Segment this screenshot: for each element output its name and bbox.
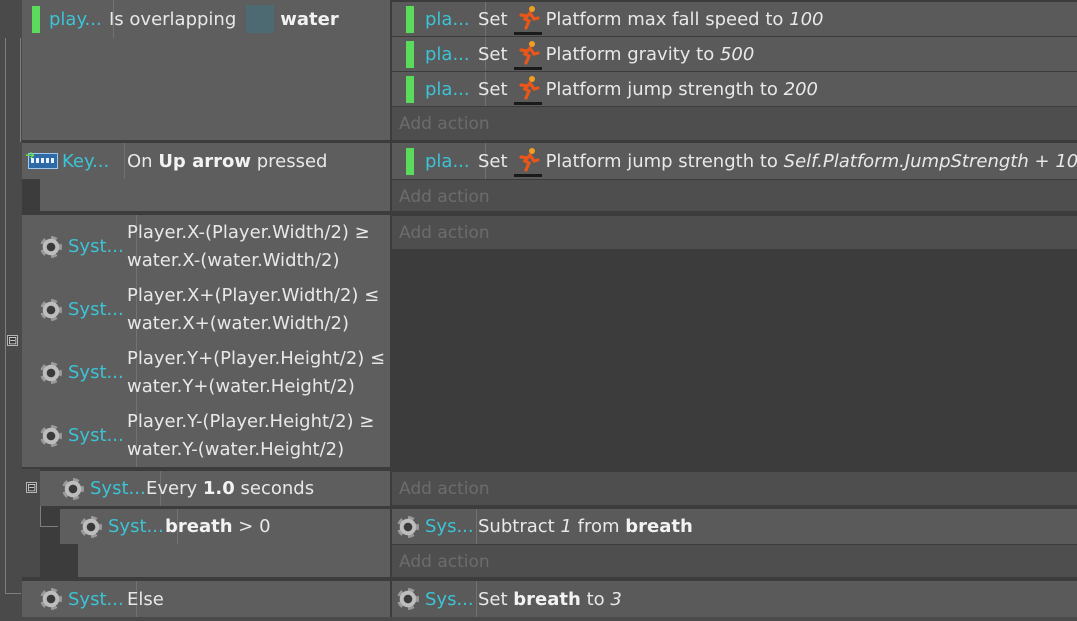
condition-object[interactable]: Syst... xyxy=(40,471,161,506)
true-indicator xyxy=(406,5,414,33)
tree-line xyxy=(5,38,6,593)
tree-gutter xyxy=(0,0,22,621)
add-action-button[interactable]: Add action xyxy=(392,472,1077,505)
event-3-condition-4[interactable]: Syst... Player.Y-(Player.Height/2) ≥ wat… xyxy=(22,404,390,467)
keyboard-icon: ➔ xyxy=(25,148,58,169)
collapse-toggle-icon[interactable]: ⊟ xyxy=(26,482,37,493)
condition-object[interactable]: Syst... xyxy=(22,215,137,278)
platform-behavior-icon xyxy=(513,4,542,35)
true-indicator xyxy=(32,5,40,33)
condition-object[interactable]: play... xyxy=(22,0,114,38)
event-2-condition[interactable]: ➔ Key... On Up arrow pressed xyxy=(22,143,390,179)
system-gear-icon xyxy=(397,588,419,610)
add-action-button[interactable]: Add action xyxy=(392,216,1077,249)
event-6-condition[interactable]: Syst... Else xyxy=(22,581,390,617)
add-action-button[interactable]: Add action xyxy=(392,545,1077,577)
event-1-action-1[interactable]: pla... Set Platform max fall speed to 10… xyxy=(392,2,1077,36)
event-5-condition[interactable]: Syst... breath > 0 xyxy=(60,509,390,544)
system-gear-icon xyxy=(40,424,62,447)
event-5-action-1[interactable]: Sys... Subtract 1 from breath xyxy=(392,509,1077,544)
event-2-action-1[interactable]: pla... Set Platform jump strength to Sel… xyxy=(392,143,1077,179)
tree-line xyxy=(5,593,21,594)
condition-object[interactable]: Syst... xyxy=(22,341,137,404)
action-text[interactable]: Set Platform jump strength to 200 xyxy=(478,72,818,106)
system-gear-icon xyxy=(40,361,62,384)
condition-text[interactable]: Player.Y-(Player.Height/2) ≥ water.Y-(wa… xyxy=(127,404,374,467)
water-sprite-icon xyxy=(246,5,275,33)
condition-text[interactable]: Player.X+(Player.Width/2) ≤ water.X+(wat… xyxy=(127,278,379,341)
action-text[interactable]: Set breath to 3 xyxy=(478,581,622,617)
event-2-condition-filler xyxy=(40,179,390,211)
true-indicator xyxy=(406,75,414,103)
event-1-action-3[interactable]: pla... Set Platform jump strength to 200 xyxy=(392,72,1077,106)
action-text[interactable]: Subtract 1 from breath xyxy=(478,509,693,544)
condition-object[interactable]: ➔ Key... xyxy=(22,143,125,179)
add-action-button[interactable]: Add action xyxy=(392,180,1077,211)
action-object[interactable]: pla... xyxy=(392,2,486,36)
event-1-action-2[interactable]: pla... Set Platform gravity to 500 xyxy=(392,37,1077,71)
event-4-condition[interactable]: Syst... Every 1.0 seconds xyxy=(40,471,390,506)
true-indicator xyxy=(406,147,414,175)
condition-object[interactable]: Syst... xyxy=(22,581,137,617)
true-indicator xyxy=(406,40,414,68)
add-action-button[interactable]: Add action xyxy=(392,107,1077,140)
system-gear-icon xyxy=(40,235,62,258)
action-object[interactable]: pla... xyxy=(392,143,486,179)
action-object[interactable]: Sys... xyxy=(392,581,477,617)
collapse-toggle-icon[interactable]: ⊟ xyxy=(7,335,18,346)
action-text[interactable]: Set Platform jump strength to Self.Platf… xyxy=(478,143,1077,179)
event-3-condition-2[interactable]: Syst... Player.X+(Player.Width/2) ≤ wate… xyxy=(22,278,390,341)
condition-object[interactable]: Syst... xyxy=(22,404,137,467)
system-gear-icon xyxy=(40,298,62,321)
event-3-condition-1[interactable]: Syst... Player.X-(Player.Width/2) ≥ wate… xyxy=(22,215,390,278)
system-gear-icon xyxy=(397,515,419,538)
event-3-actions-area xyxy=(392,249,1077,467)
event-1-condition-filler xyxy=(22,38,390,140)
event-6-action-1[interactable]: Sys... Set breath to 3 xyxy=(392,581,1077,617)
action-object[interactable]: Sys... xyxy=(392,509,477,544)
action-text[interactable]: Set Platform gravity to 500 xyxy=(478,37,754,71)
object-name: play... xyxy=(49,8,102,30)
condition-text[interactable]: Player.X-(Player.Width/2) ≥ water.X-(wat… xyxy=(127,215,370,278)
condition-text[interactable]: Every 1.0 seconds xyxy=(146,471,314,506)
platform-behavior-icon xyxy=(513,146,542,177)
action-object[interactable]: pla... xyxy=(392,72,486,106)
tree-line xyxy=(20,38,21,142)
action-text[interactable]: Set Platform max fall speed to 100 xyxy=(478,2,824,36)
platform-behavior-icon xyxy=(513,74,542,105)
condition-text[interactable]: On Up arrow pressed xyxy=(127,143,327,179)
system-gear-icon xyxy=(40,588,62,610)
condition-text[interactable]: Player.Y+(Player.Height/2) ≤ water.Y+(wa… xyxy=(127,341,385,404)
event-3-condition-3[interactable]: Syst... Player.Y+(Player.Height/2) ≤ wat… xyxy=(22,341,390,404)
system-gear-icon xyxy=(62,477,84,500)
condition-text[interactable]: Else xyxy=(127,581,164,617)
condition-object[interactable]: Syst... xyxy=(60,509,178,544)
bottom-edge xyxy=(22,617,1077,621)
tree-line xyxy=(40,526,58,527)
condition-text[interactable]: Is overlapping water xyxy=(109,0,339,38)
condition-object[interactable]: Syst... xyxy=(22,278,137,341)
action-object[interactable]: pla... xyxy=(392,37,486,71)
platform-behavior-icon xyxy=(513,39,542,70)
condition-text[interactable]: breath > 0 xyxy=(165,509,271,544)
event-1-condition[interactable]: play... Is overlapping water xyxy=(22,0,390,38)
system-gear-icon xyxy=(80,515,102,538)
event-5-condition-filler xyxy=(78,544,390,577)
